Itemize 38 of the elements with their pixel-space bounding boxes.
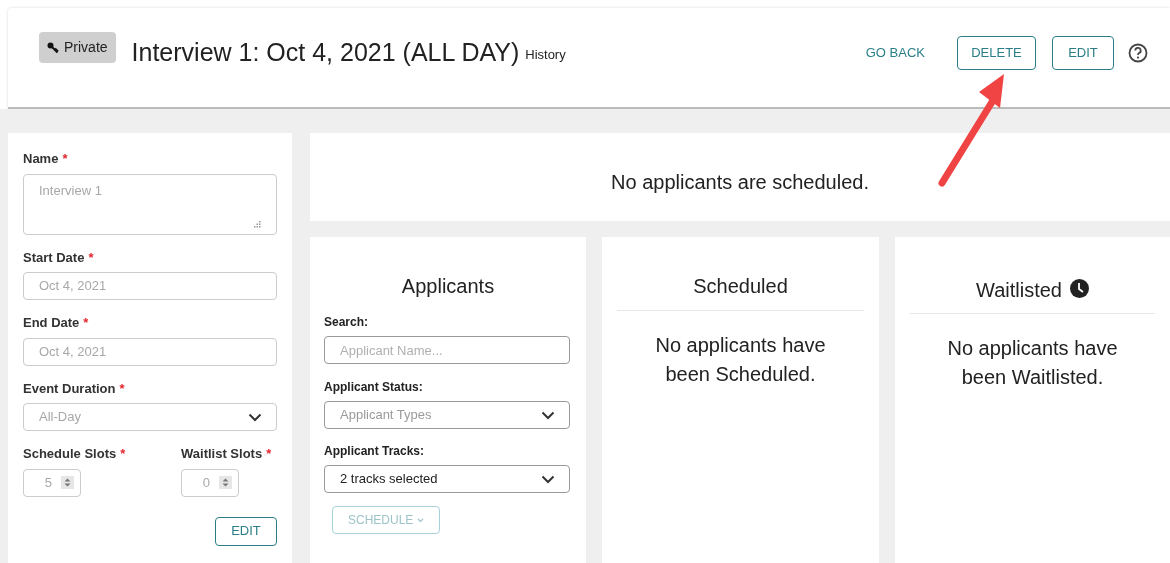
field-label: Search: xyxy=(324,314,370,331)
form-edit-button[interactable]: EDIT xyxy=(215,516,277,546)
required-mark: * xyxy=(83,314,89,332)
card-title: Applicants xyxy=(400,274,496,299)
chevron-down-icon xyxy=(541,474,555,484)
help-icon[interactable] xyxy=(1128,43,1148,63)
history-link[interactable]: History xyxy=(525,45,566,65)
delete-button[interactable]: DELETE xyxy=(957,36,1036,70)
field-label: Name xyxy=(23,150,59,168)
required-mark: * xyxy=(88,248,94,267)
filter-select[interactable]: 2 tracks selected xyxy=(324,465,570,493)
badge-label: Private xyxy=(64,38,108,57)
required-mark: * xyxy=(120,445,126,463)
field-label: Applicant Status: xyxy=(324,379,424,396)
required-mark: * xyxy=(62,150,68,168)
resize-handle-icon xyxy=(254,220,261,228)
field-label: Applicant Tracks: xyxy=(324,443,426,460)
empty-message: No applicants have been Waitlisted. xyxy=(946,336,1119,390)
field-label: Schedule Slots xyxy=(23,445,117,463)
filter-select[interactable]: Applicant Types xyxy=(324,401,570,429)
edit-button[interactable]: EDIT xyxy=(1052,36,1114,70)
status-banner: No applicants are scheduled. xyxy=(310,133,1170,221)
key-icon xyxy=(47,41,59,54)
chevron-down-icon xyxy=(248,412,262,422)
go-back-button[interactable]: GO BACK xyxy=(865,43,925,63)
required-mark: * xyxy=(266,445,272,463)
field-label: Start Date xyxy=(23,248,85,267)
search-field[interactable]: Applicant Name... xyxy=(324,336,570,364)
field-label: Event Duration xyxy=(23,379,116,398)
field-label: End Date xyxy=(23,314,80,332)
required-mark: * xyxy=(119,379,125,398)
empty-message: No applicants have been Scheduled. xyxy=(654,333,827,387)
page-title: Interview 1: Oct 4, 2021 (ALL DAY) xyxy=(131,37,520,67)
card-title: Scheduled xyxy=(693,274,788,299)
card-title: Waitlisted xyxy=(976,278,1062,303)
caret-icon xyxy=(417,517,425,523)
field-label: Waitlist Slots xyxy=(181,445,263,463)
chevron-down-icon xyxy=(541,410,555,420)
